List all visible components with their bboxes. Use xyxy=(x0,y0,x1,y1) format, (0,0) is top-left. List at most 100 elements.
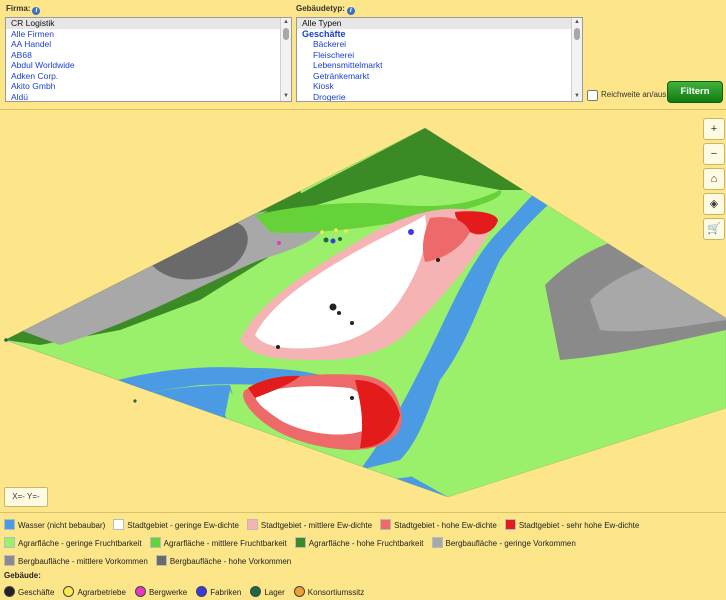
farm-marker[interactable] xyxy=(344,229,348,233)
legend-swatch xyxy=(380,519,392,530)
legend-dot xyxy=(293,586,305,597)
legend-label: Agrarfläche - geringe Fruchtbarkeit xyxy=(18,539,142,548)
shop-marker[interactable] xyxy=(436,258,440,262)
legend-item: Stadtgebiet - sehr hohe Ew-dichte xyxy=(504,519,639,537)
legend-swatch xyxy=(4,519,15,530)
legend-swatch xyxy=(155,555,167,566)
reichweite-label: Reichweite an/aus xyxy=(601,90,667,99)
legend-label: Stadtgebiet - hohe Ew-dichte xyxy=(394,521,497,530)
home-button[interactable]: ⌂ xyxy=(703,168,725,190)
divider xyxy=(0,512,726,513)
legend-swatch xyxy=(4,537,15,548)
filter-bar: Firma: i CR Logistik Alle Firmen AA Handel A… xyxy=(0,0,726,108)
legend-swatch xyxy=(113,519,125,530)
legend-item: Bergbaufläche - geringe Vorkommen xyxy=(431,537,576,555)
scroll-up-icon[interactable]: ▲ xyxy=(281,18,291,27)
firma-scrollbar[interactable]: ▲ ▼ xyxy=(280,18,291,101)
shop-marker[interactable] xyxy=(329,303,337,311)
isometric-map[interactable] xyxy=(0,112,726,509)
shop-marker[interactable] xyxy=(350,396,354,400)
firma-option[interactable]: Aldü xyxy=(6,92,291,102)
firma-option[interactable]: CR Logistik xyxy=(6,18,291,29)
legend-item: Bergbaufläche - hohe Vorkommen xyxy=(155,555,292,573)
shop-marker[interactable] xyxy=(276,345,280,349)
firma-option[interactable]: Akito Gmbh xyxy=(6,81,291,92)
building-legend-item: Fabriken xyxy=(196,586,241,597)
warehouse-marker[interactable] xyxy=(133,399,137,403)
map-view[interactable]: + − ⌂ ◈ 🛒 xyxy=(0,112,726,509)
legend-swatch xyxy=(504,519,516,530)
legend-item: Agrarfläche - hohe Fruchtbarkeit xyxy=(294,537,424,555)
building-legend-item: Geschäfte xyxy=(4,586,54,597)
firma-option[interactable]: AA Handel xyxy=(6,39,291,50)
legend-label: Agrarfläche - mittlere Fruchtbarkeit xyxy=(163,539,287,548)
firma-label: Firma: i xyxy=(6,4,41,15)
filter-button[interactable]: Filtern xyxy=(667,81,723,103)
legend-label: Wasser (nicht bebaubar) xyxy=(18,521,106,530)
zoom-in-button[interactable]: + xyxy=(703,118,725,140)
farm-marker[interactable] xyxy=(320,230,324,234)
zoom-out-button[interactable]: − xyxy=(703,143,725,165)
gebaeudetyp-option[interactable]: Kiosk xyxy=(297,81,582,92)
legend-swatch xyxy=(149,537,161,548)
legend-item: Agrarfläche - mittlere Fruchtbarkeit xyxy=(149,537,287,555)
gebaeudetyp-option[interactable]: Alle Typen xyxy=(297,18,582,29)
legend-label: Bergbaufläche - geringe Vorkommen xyxy=(445,539,576,548)
firma-option[interactable]: Adken Corp. xyxy=(6,71,291,82)
layer-button[interactable]: ◈ xyxy=(703,193,725,215)
warehouse-marker[interactable] xyxy=(338,237,342,241)
legend-label: Bergwerke xyxy=(148,588,188,597)
legend-label: Geschäfte xyxy=(18,588,55,597)
mine-marker[interactable] xyxy=(277,241,281,245)
firma-option[interactable]: AB68 xyxy=(6,50,291,61)
warehouse-marker[interactable] xyxy=(4,338,8,342)
legend-dot xyxy=(196,586,208,597)
legend-label: Bergbaufläche - hohe Vorkommen xyxy=(169,557,292,566)
legend-label: Stadtgebiet - mittlere Ew-dichte xyxy=(260,521,373,530)
legend-label: Lager xyxy=(264,588,285,597)
info-icon[interactable]: i xyxy=(346,7,355,15)
gebaeudetyp-listbox[interactable]: Alle Typen Geschäfte Bäckerei Fleischerei Le… xyxy=(296,17,583,102)
gebaeudetyp-option[interactable]: Drogerie xyxy=(297,92,582,102)
plus-icon: + xyxy=(710,123,718,135)
legend-label: Agrarfläche - hohe Fruchtbarkeit xyxy=(308,539,424,548)
legend-item: Stadtgebiet - hohe Ew-dichte xyxy=(380,519,497,537)
gebaeudetyp-option[interactable]: Lebensmittelmarkt xyxy=(297,60,582,71)
terrain-legend: Wasser (nicht bebaubar) Stadtgebiet - ger… xyxy=(4,519,722,573)
legend-item: Wasser (nicht bebaubar) xyxy=(4,519,105,537)
gebaeudetyp-group[interactable]: Geschäfte xyxy=(297,29,582,40)
warehouse-marker[interactable] xyxy=(323,237,329,243)
scroll-up-icon[interactable]: ▲ xyxy=(572,18,582,27)
legend-dot xyxy=(63,586,75,597)
gebaeudetyp-option[interactable]: Getränkemarkt xyxy=(297,71,582,82)
legend-label: Konsortiumssitz xyxy=(307,588,365,597)
legend-label: Agrarbetriebe xyxy=(77,588,126,597)
building-legend-item: Agrarbetriebe xyxy=(63,586,126,597)
legend-label: Fabriken xyxy=(210,588,242,597)
scroll-thumb[interactable] xyxy=(283,28,289,40)
scroll-thumb[interactable] xyxy=(574,28,580,40)
gebaeudetyp-scrollbar[interactable]: ▲ ▼ xyxy=(571,18,582,101)
shop-marker[interactable] xyxy=(350,321,354,325)
minus-icon: − xyxy=(710,148,718,160)
factory-marker[interactable] xyxy=(330,238,336,244)
gebaeudetyp-option[interactable]: Fleischerei xyxy=(297,50,582,61)
buildings-legend-title: Gebäude: xyxy=(4,571,41,580)
farm-marker[interactable] xyxy=(334,228,338,232)
coordinate-display: X=- Y=- xyxy=(4,487,48,507)
cart-button[interactable]: 🛒 xyxy=(703,218,725,240)
legend-swatch xyxy=(431,537,443,548)
home-icon: ⌂ xyxy=(710,173,718,185)
info-icon[interactable]: i xyxy=(32,7,41,15)
factory-marker[interactable] xyxy=(408,229,414,235)
scroll-down-icon[interactable]: ▼ xyxy=(281,92,291,101)
firma-listbox[interactable]: CR Logistik Alle Firmen AA Handel AB68 Abdul… xyxy=(5,17,292,102)
scroll-down-icon[interactable]: ▼ xyxy=(572,92,582,101)
building-legend-item: Konsortiumssitz xyxy=(293,586,365,597)
firma-option[interactable]: Abdul Worldwide xyxy=(6,60,291,71)
shop-marker[interactable] xyxy=(337,311,341,315)
reichweite-checkbox[interactable] xyxy=(587,90,598,101)
legend-dot xyxy=(4,586,15,597)
firma-option[interactable]: Alle Firmen xyxy=(6,29,291,40)
gebaeudetyp-option[interactable]: Bäckerei xyxy=(297,39,582,50)
